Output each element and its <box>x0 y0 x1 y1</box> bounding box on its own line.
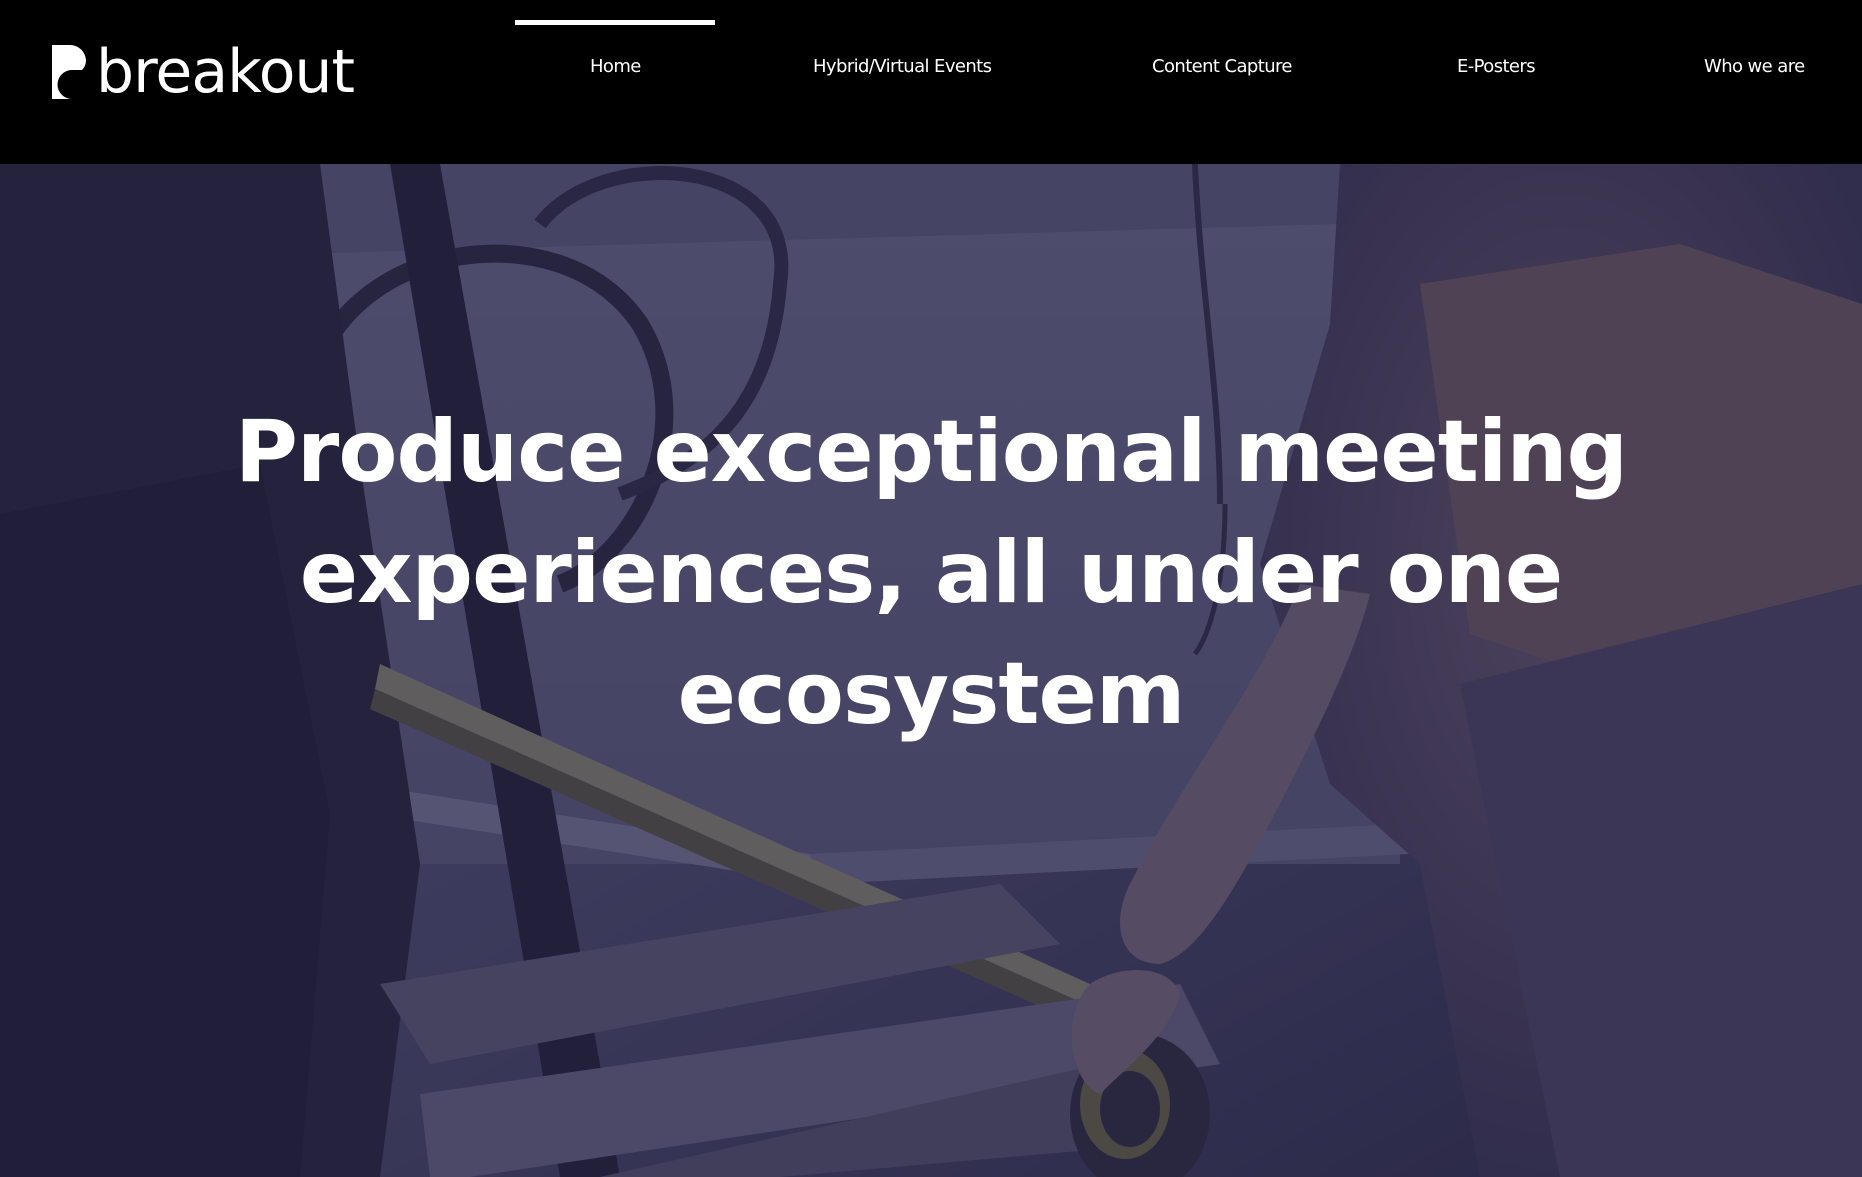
breakout-logo-mark-icon <box>52 45 86 99</box>
nav-home[interactable]: Home <box>590 52 641 82</box>
breakout-logo[interactable]: breakout <box>52 37 355 107</box>
nav-who-we-are[interactable]: Who we are <box>1704 52 1805 82</box>
nav-e-posters[interactable]: E-Posters <box>1457 52 1536 82</box>
hero-heading: Produce exceptional meeting experiences,… <box>234 402 1628 744</box>
nav-hybrid-virtual-events[interactable]: Hybrid/Virtual Events <box>813 52 992 82</box>
hero-section: Produce exceptional meeting experiences,… <box>0 164 1862 1177</box>
nav-content-capture[interactable]: Content Capture <box>1152 52 1292 82</box>
active-tab-indicator <box>515 20 715 25</box>
logo-wordmark: breakout <box>96 37 355 107</box>
site-header: breakout Home Hybrid/Virtual Events Cont… <box>0 0 1862 164</box>
